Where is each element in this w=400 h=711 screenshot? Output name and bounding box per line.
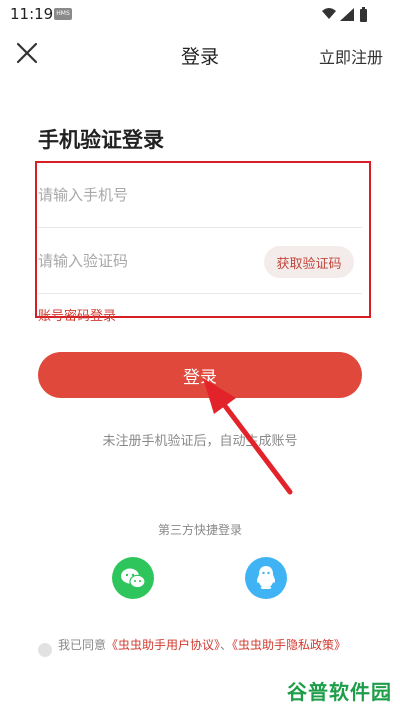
agreement-prefix: 我已同意: [58, 638, 107, 652]
phone-field-row: [38, 162, 362, 228]
form-heading: 手机验证登录: [38, 128, 164, 152]
status-time: 11:19: [10, 5, 54, 23]
user-agreement-link[interactable]: 《虫虫助手用户协议》: [106, 638, 220, 652]
code-field-row: 获取验证码: [38, 228, 362, 294]
wifi-icon: [322, 8, 336, 19]
get-code-button[interactable]: 获取验证码: [264, 246, 354, 278]
third-party-label: 第三方快捷登录: [157, 523, 242, 537]
agreement-separator: 、: [220, 638, 233, 652]
agreement-checkbox[interactable]: [38, 643, 52, 657]
phone-input[interactable]: [38, 162, 362, 227]
privacy-policy-link[interactable]: 《虫虫助手隐私政策》: [232, 638, 346, 652]
hms-badge: HMS: [54, 8, 72, 20]
close-icon: [16, 42, 38, 64]
qq-icon: [257, 566, 275, 589]
code-input[interactable]: [38, 228, 258, 293]
site-watermark: 谷普软件园: [287, 680, 392, 704]
agreement-text: 我已同意《虫虫助手用户协议》、《虫虫助手隐私政策》: [58, 637, 370, 653]
qq-login-button[interactable]: [245, 557, 287, 599]
signal-icon: [340, 8, 354, 21]
close-button[interactable]: [14, 40, 40, 66]
status-icons: [322, 7, 367, 22]
login-button[interactable]: 登录: [38, 352, 362, 398]
wechat-login-button[interactable]: [112, 557, 154, 599]
register-link[interactable]: 立即注册: [319, 44, 383, 68]
wechat-icon: [121, 568, 146, 589]
password-login-link[interactable]: 账号密码登录: [38, 305, 116, 324]
battery-icon: [360, 9, 367, 22]
auto-register-hint: 未注册手机验证后，自动生成账号: [102, 434, 298, 449]
status-bar: 11:19 HMS: [0, 0, 400, 28]
